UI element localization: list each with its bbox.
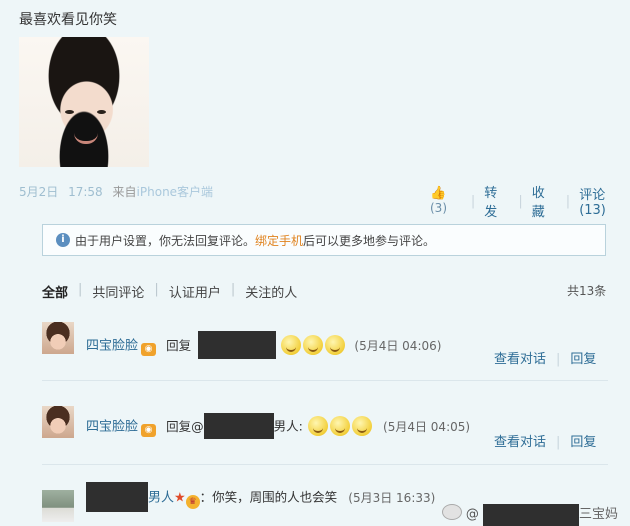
smile-emoticon-icon: [307, 416, 328, 436]
comment-time: (5月4日 04:05): [383, 419, 471, 434]
smile-emoticon-icon: [329, 416, 350, 436]
redacted-username: [203, 413, 274, 439]
view-conversation-link[interactable]: 查看对话: [494, 435, 546, 450]
redacted-username: [198, 331, 277, 359]
smile-emoticon-icon: [281, 335, 302, 355]
watermark-suffix: 三宝妈: [578, 507, 618, 522]
reply-link[interactable]: 回复: [570, 352, 596, 367]
filter-verified[interactable]: 认证用户: [169, 282, 221, 301]
actions-separator: |: [565, 193, 571, 209]
notice-text-before: 由于用户设置，你无法回复评论。: [75, 234, 256, 248]
post-photo[interactable]: [19, 37, 149, 167]
smile-emoticon-icon: [325, 335, 346, 355]
comment-time: (5月4日 04:06): [354, 338, 442, 353]
post-source[interactable]: iPhone客户端: [137, 185, 214, 199]
notice-text: 由于用户设置，你无法回复评论。绑定手机后可以更多地参与评论。: [75, 225, 435, 257]
comment-username[interactable]: 男人: [148, 491, 174, 506]
comment-username[interactable]: 四宝脸脸: [86, 339, 138, 354]
filter-following[interactable]: 关注的人: [245, 282, 297, 301]
photo-eye-left: [65, 110, 74, 114]
filter-common[interactable]: 共同评论: [92, 282, 144, 301]
comment-reply-prefix: 回复@: [166, 418, 204, 434]
reply-restriction-notice: i 由于用户设置，你无法回复评论。绑定手机后可以更多地参与评论。: [42, 224, 606, 256]
actions-separator: |: [556, 435, 561, 450]
comment-total: 共13条: [567, 284, 607, 298]
redacted-username: [86, 482, 148, 512]
post-meta: 5月2日 17:58 来自iPhone客户端: [19, 183, 213, 200]
comment-row: 男人★ ♛ ：你笑，周围的人也会笑 (5月3日 16:33): [86, 482, 435, 512]
info-icon: i: [56, 233, 70, 247]
comment-divider: [42, 380, 608, 381]
comment-row: 四宝脸脸 ◉ 回复 (5月4日 04:06): [86, 331, 441, 359]
watermark: @ 三宝妈: [441, 503, 618, 526]
filter-separator: |: [230, 282, 236, 297]
photo-eye-right: [97, 110, 106, 114]
post-source-prefix: 来自: [112, 185, 137, 199]
favorite-button[interactable]: 收藏: [532, 182, 557, 220]
filter-separator: |: [154, 282, 159, 297]
photo-badge-icon: ◉: [141, 423, 157, 437]
notice-text-after: 后可以更多地参与评论。: [303, 234, 436, 248]
comment-actions: 查看对话 | 回复: [494, 348, 596, 367]
comment-filters: 全部 | 共同评论 | 认证用户 | 关注的人: [42, 282, 297, 301]
photo-badge-icon: ◉: [141, 342, 157, 356]
actions-separator: |: [556, 352, 561, 367]
comment-text: ：你笑，周围的人也会笑: [199, 489, 338, 505]
thumbs-up-icon: 👍: [430, 186, 447, 201]
comment-reply-suffix[interactable]: 男人:: [274, 419, 303, 434]
smile-emoticon-icon: [303, 335, 324, 355]
view-conversation-link[interactable]: 查看对话: [494, 352, 546, 367]
comment-button[interactable]: 评论(13): [579, 184, 630, 218]
comment-actions: 查看对话 | 回复: [494, 431, 596, 450]
post-actions: 👍(3) | 转发 | 收藏 | 评论(13): [430, 182, 630, 220]
weibo-logo-icon: [441, 504, 462, 520]
repost-button[interactable]: 转发: [484, 182, 509, 220]
comment-username[interactable]: 四宝脸脸: [86, 420, 138, 435]
actions-separator: |: [470, 193, 476, 209]
avatar[interactable]: [42, 322, 74, 354]
filter-separator: |: [78, 282, 83, 297]
post-date[interactable]: 5月2日: [19, 185, 58, 199]
comment-divider: [42, 464, 608, 465]
avatar[interactable]: [42, 490, 74, 522]
like-count: (3): [430, 201, 447, 215]
redacted-username: [482, 503, 579, 526]
post-text: 最喜欢看见你笑: [19, 12, 117, 28]
bind-phone-link[interactable]: 绑定手机: [255, 234, 303, 248]
comment-reply-prefix: 回复: [166, 337, 192, 353]
photo-mouth: [74, 133, 98, 144]
like-button[interactable]: 👍(3): [430, 186, 462, 216]
smile-emoticon-icon: [351, 416, 372, 436]
comment-time: (5月3日 16:33): [348, 490, 436, 505]
avatar[interactable]: [42, 406, 74, 438]
vip-badge-icon: ♛: [185, 494, 200, 509]
post-time: 17:58: [68, 185, 103, 199]
comment-row: 四宝脸脸 ◉ 回复@ 男人: (5月4日 04:05): [86, 413, 470, 439]
actions-separator: |: [518, 193, 523, 209]
star-icon: ★: [174, 490, 186, 506]
reply-link[interactable]: 回复: [570, 435, 596, 450]
filter-all[interactable]: 全部: [42, 282, 68, 301]
